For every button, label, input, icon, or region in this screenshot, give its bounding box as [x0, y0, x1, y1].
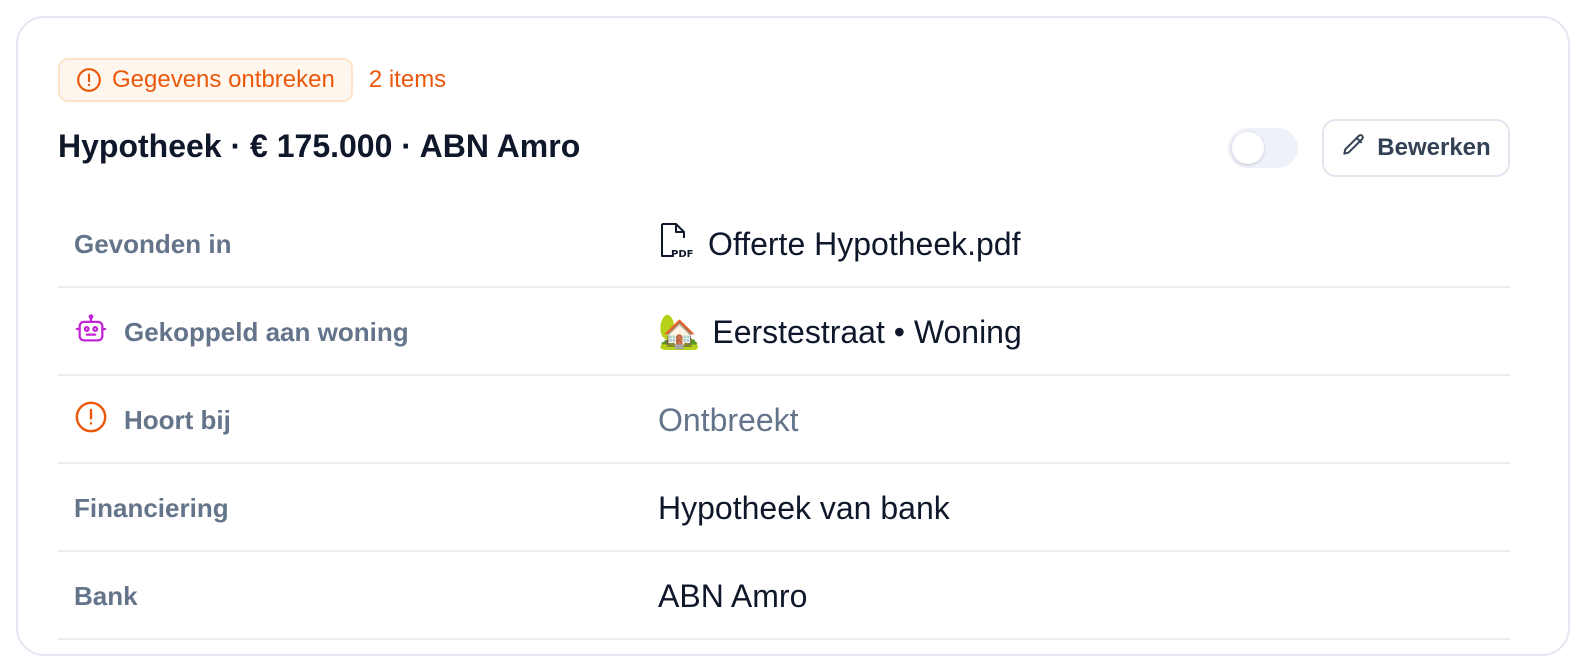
page-title: Hypotheek · € 175.000 · ABN Amro: [58, 128, 581, 164]
pdf-file-icon: PDF: [658, 220, 696, 268]
status-row: Gegevens ontbreken 2 items: [58, 58, 446, 102]
detail-label-text: Financiering: [74, 492, 229, 523]
toggle-switch[interactable]: [1228, 128, 1298, 168]
detail-row-gevonden-in: Gevonden in PDF Offerte Hypotheek.pdf: [58, 200, 1510, 288]
house-icon: 🏡: [658, 312, 701, 352]
financing-value-text: Hypotheek van bank: [658, 489, 950, 526]
missing-data-badge: Gegevens ontbreken: [58, 58, 353, 102]
detail-row-gekoppeld: Gekoppeld aan woning 🏡 Eerstestraat • Wo…: [58, 288, 1510, 376]
bank-value: ABN Amro: [658, 552, 807, 640]
alert-circle-icon: [76, 67, 102, 93]
detail-label-text: Gevonden in: [74, 228, 232, 259]
missing-data-label: Gegevens ontbreken: [112, 66, 335, 93]
detail-row-bank: Bank ABN Amro: [58, 552, 1510, 640]
detail-label: Financiering: [74, 464, 229, 552]
linked-property-link[interactable]: 🏡 Eerstestraat • Woning: [658, 288, 1022, 376]
pencil-icon: [1341, 132, 1367, 165]
alert-circle-icon: [74, 400, 108, 441]
detail-label-text: Bank: [74, 580, 138, 611]
robot-icon: [74, 312, 108, 353]
detail-label-text: Gekoppeld aan woning: [124, 316, 409, 347]
detail-label: Gekoppeld aan woning: [74, 288, 409, 376]
linked-property-name: Eerstestraat • Woning: [712, 313, 1022, 350]
toggle-knob: [1232, 132, 1264, 164]
missing-item-count: 2 items: [368, 66, 447, 93]
detail-label-text: Hoort bij: [124, 404, 231, 435]
detail-row-financiering: Financiering Hypotheek van bank: [58, 464, 1510, 552]
edit-button[interactable]: Bewerken: [1322, 119, 1510, 177]
source-file-name: Offerte Hypotheek.pdf: [708, 225, 1021, 262]
svg-text:PDF: PDF: [671, 249, 693, 260]
detail-label: Bank: [74, 552, 138, 640]
missing-value: Ontbreekt: [658, 376, 799, 464]
missing-value-text: Ontbreekt: [658, 401, 799, 438]
bank-value-text: ABN Amro: [658, 577, 808, 614]
detail-row-hoort-bij: Hoort bij Ontbreekt: [58, 376, 1510, 464]
financing-value: Hypotheek van bank: [658, 464, 950, 552]
detail-label: Hoort bij: [74, 376, 231, 464]
detail-label: Gevonden in: [74, 200, 231, 288]
source-file-link[interactable]: PDF Offerte Hypotheek.pdf: [658, 200, 1020, 288]
details-list: Gevonden in PDF Offerte Hypotheek.pdf Ge…: [58, 200, 1510, 640]
mortgage-card: Gegevens ontbreken 2 items Hypotheek · €…: [16, 16, 1570, 656]
edit-button-label: Bewerken: [1377, 134, 1491, 161]
